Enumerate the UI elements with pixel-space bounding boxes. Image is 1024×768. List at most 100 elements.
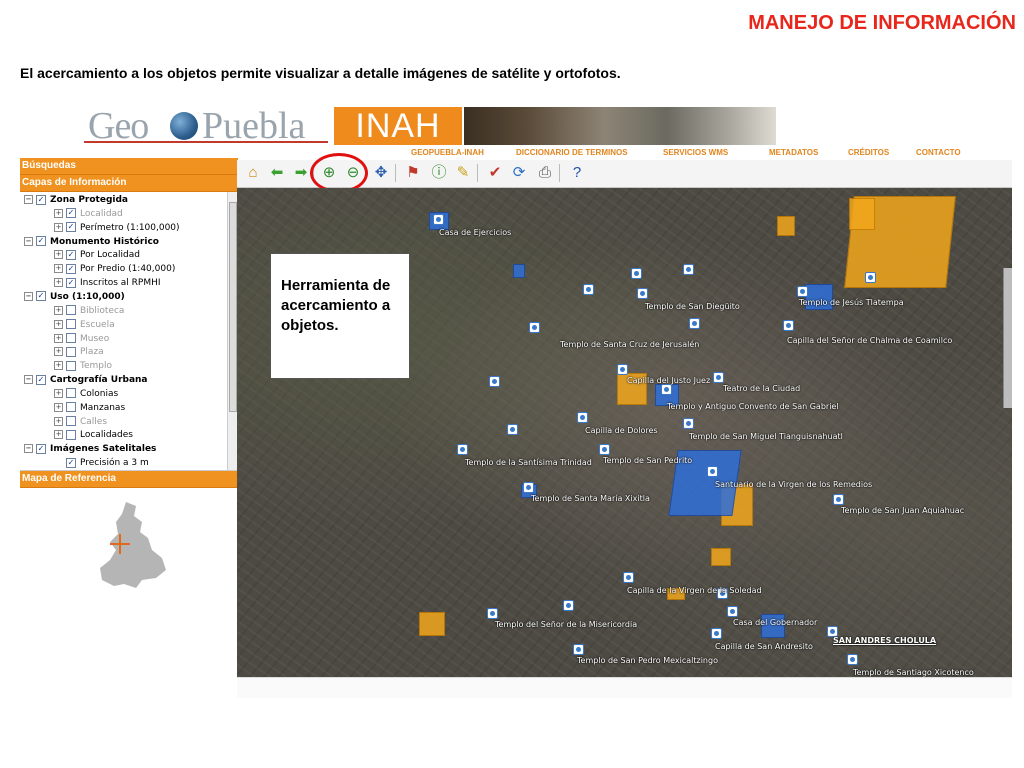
nav-diccionario[interactable]: DICCIONARIO DE TERMINOS	[516, 148, 628, 157]
nav-servicios-wms[interactable]: SERVICIOS WMS	[663, 148, 728, 157]
busquedas-header[interactable]: Búsquedas	[20, 158, 238, 175]
layer-item[interactable]: + Colonias	[54, 388, 118, 401]
expand-icon[interactable]: +	[54, 388, 63, 398]
monument-marker-icon[interactable]	[623, 572, 634, 583]
layer-checkbox[interactable]	[66, 319, 76, 330]
marker-icon[interactable]: ✔	[485, 163, 505, 183]
expand-icon[interactable]: +	[54, 319, 63, 329]
expand-icon[interactable]: +	[54, 250, 63, 260]
layer-item[interactable]: + Biblioteca	[54, 305, 124, 318]
monument-marker-icon[interactable]	[713, 372, 724, 383]
capas-header[interactable]: Capas de Información	[20, 175, 238, 192]
layer-checkbox[interactable]	[66, 416, 76, 427]
expand-icon[interactable]: +	[54, 305, 63, 315]
layer-item[interactable]: − ✓ Zona Protegida	[24, 194, 128, 207]
info-icon[interactable]: ⓘ	[429, 163, 449, 183]
monument-marker-icon[interactable]	[865, 272, 876, 283]
layer-item[interactable]: + Escuela	[54, 319, 115, 332]
help-icon[interactable]: ?	[567, 163, 587, 183]
layer-item[interactable]: − ✓ Uso (1:10,000)	[24, 291, 125, 304]
layer-checkbox[interactable]: ✓	[36, 236, 46, 247]
nav-metadatos[interactable]: METADATOS	[769, 148, 818, 157]
monument-marker-icon[interactable]	[489, 376, 500, 387]
reference-map[interactable]	[20, 488, 238, 594]
expand-icon[interactable]: +	[54, 222, 63, 232]
layer-item[interactable]: + ✓ Por Localidad	[54, 249, 140, 262]
monument-marker-icon[interactable]	[487, 608, 498, 619]
layer-checkbox[interactable]	[66, 402, 76, 413]
back-arrow-icon[interactable]: ⬅	[267, 163, 287, 183]
monument-marker-icon[interactable]	[631, 268, 642, 279]
expand-icon[interactable]: +	[54, 430, 63, 440]
scrollbar-thumb[interactable]	[229, 202, 237, 412]
monument-marker-icon[interactable]	[707, 466, 718, 477]
monument-marker-icon[interactable]	[689, 318, 700, 329]
protected-zone[interactable]	[711, 548, 731, 566]
monument-marker-icon[interactable]	[457, 444, 468, 455]
monument-marker-icon[interactable]	[599, 444, 610, 455]
layer-checkbox[interactable]: ✓	[36, 291, 46, 302]
layer-item[interactable]: − ✓ Monumento Histórico	[24, 236, 159, 249]
map-side-control[interactable]	[1003, 268, 1012, 408]
layer-checkbox[interactable]: ✓	[66, 222, 76, 233]
collapse-icon[interactable]: −	[24, 444, 33, 454]
monument-marker-icon[interactable]	[523, 482, 534, 493]
monument-marker-icon[interactable]	[683, 418, 694, 429]
monument-marker-icon[interactable]	[573, 644, 584, 655]
expand-icon[interactable]: +	[54, 416, 63, 426]
collapse-icon[interactable]: −	[24, 375, 33, 385]
layer-item[interactable]: + Templo	[54, 360, 112, 373]
layer-item[interactable]: ✓ Precisión a 3 m	[66, 457, 149, 470]
layer-item[interactable]: − ✓ Cartografía Urbana	[24, 374, 148, 387]
pan-icon[interactable]: ✥	[371, 163, 391, 183]
layer-checkbox[interactable]: ✓	[36, 374, 46, 385]
monument-marker-icon[interactable]	[617, 364, 628, 375]
protected-zone[interactable]	[849, 198, 875, 230]
identify-pin-icon[interactable]: ⚑	[403, 163, 423, 183]
monument-marker-icon[interactable]	[797, 286, 808, 297]
nav-geopuebla[interactable]: GEOPUEBLA-INAH	[411, 148, 484, 157]
collapse-icon[interactable]: −	[24, 195, 33, 204]
monument-zone[interactable]	[513, 264, 525, 278]
monument-marker-icon[interactable]	[563, 600, 574, 611]
layer-checkbox[interactable]: ✓	[66, 208, 76, 219]
expand-icon[interactable]: +	[54, 278, 63, 288]
layer-checkbox[interactable]	[66, 333, 76, 343]
layer-item[interactable]: + Calles	[54, 416, 107, 429]
layer-checkbox[interactable]	[66, 429, 76, 440]
layer-checkbox[interactable]: ✓	[66, 277, 76, 288]
monument-marker-icon[interactable]	[661, 384, 672, 395]
nav-creditos[interactable]: CRÉDITOS	[848, 148, 889, 157]
monument-marker-icon[interactable]	[583, 284, 594, 295]
layer-item[interactable]: − ✓ Imágenes Satelitales	[24, 443, 156, 456]
monument-marker-icon[interactable]	[783, 320, 794, 331]
layer-item[interactable]: + Manzanas	[54, 402, 125, 415]
monument-marker-icon[interactable]	[577, 412, 588, 423]
layer-item[interactable]: + Localidades	[54, 429, 133, 442]
layer-checkbox[interactable]	[66, 346, 76, 357]
collapse-icon[interactable]: −	[24, 236, 33, 246]
monument-marker-icon[interactable]	[507, 424, 518, 435]
monument-marker-icon[interactable]	[683, 264, 694, 275]
expand-icon[interactable]: +	[54, 208, 63, 218]
layer-checkbox[interactable]: ✓	[36, 194, 46, 205]
layer-checkbox[interactable]: ✓	[36, 443, 46, 454]
layer-item[interactable]: + ✓ Inscritos al RPMHI	[54, 277, 161, 290]
protected-zone[interactable]	[777, 216, 795, 236]
layer-item[interactable]: + Plaza	[54, 346, 104, 359]
layer-checkbox[interactable]: ✓	[66, 263, 76, 274]
nav-contacto[interactable]: CONTACTO	[916, 148, 961, 157]
monument-marker-icon[interactable]	[833, 494, 844, 505]
expand-icon[interactable]: +	[54, 264, 63, 274]
mapa-referencia-header[interactable]: Mapa de Referencia	[20, 471, 238, 488]
measure-ruler-icon[interactable]: ✎	[453, 163, 473, 183]
layer-checkbox[interactable]	[66, 360, 76, 371]
layer-checkbox[interactable]	[66, 388, 76, 399]
layer-item[interactable]: + ✓ Localidad	[54, 208, 123, 221]
expand-icon[interactable]: +	[54, 333, 63, 343]
layer-item[interactable]: + ✓ Por Predio (1:40,000)	[54, 263, 175, 276]
expand-icon[interactable]: +	[54, 361, 63, 371]
monument-marker-icon[interactable]	[711, 628, 722, 639]
forward-arrow-icon[interactable]: ➡	[291, 163, 311, 183]
expand-icon[interactable]: +	[54, 347, 63, 357]
